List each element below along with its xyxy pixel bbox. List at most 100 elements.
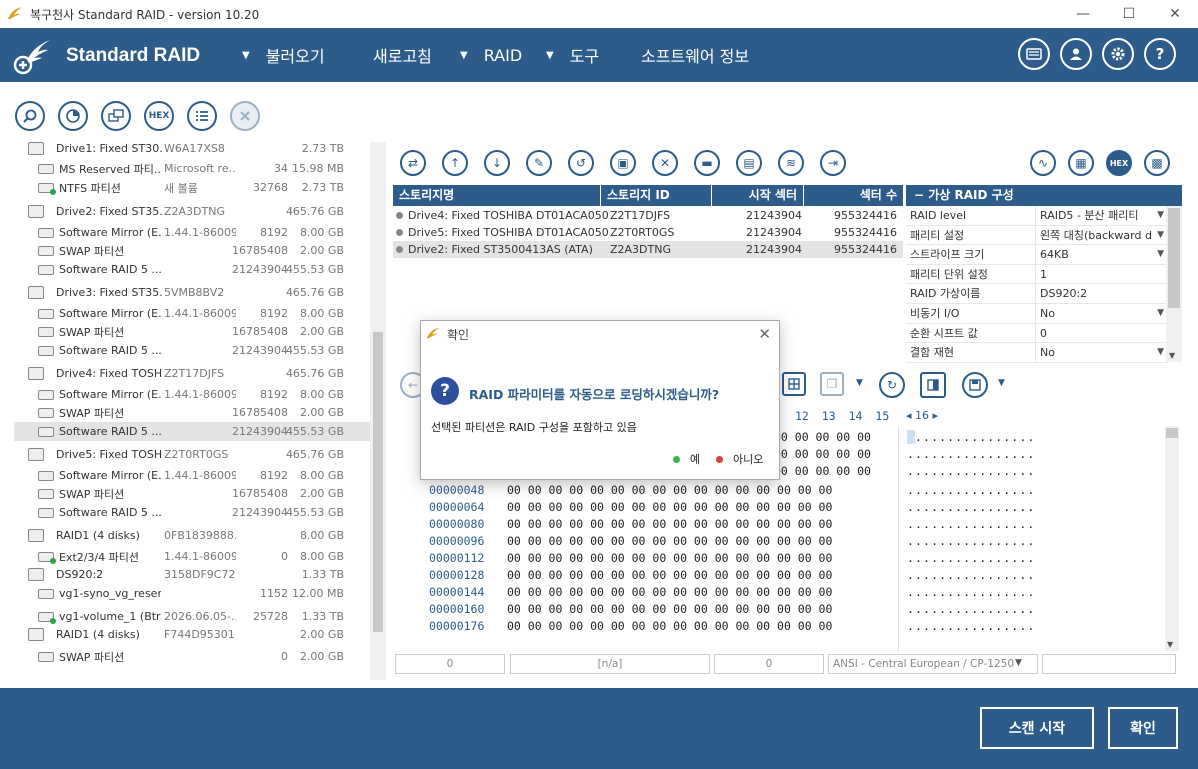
export-icon[interactable]: ⇥ [820, 150, 846, 176]
raid-property-row[interactable]: 스트라이프 크기 64KB ▼ [906, 245, 1168, 265]
user-icon[interactable] [1060, 38, 1092, 70]
hex-bytes[interactable]: 00 00 00 00 00 00 00 00 00 00 00 00 00 0… [507, 585, 832, 599]
hex-bytes[interactable]: 00 00 00 00 00 [774, 430, 871, 444]
open-folder-icon[interactable]: ▬ [694, 150, 720, 176]
move-up-icon[interactable]: ↑ [442, 150, 468, 176]
license-card-icon[interactable] [1018, 38, 1050, 70]
col-storage-name[interactable]: 스토리지명 [393, 185, 601, 206]
hex-bytes[interactable]: 00 00 00 00 00 00 00 00 00 00 00 00 00 0… [507, 602, 832, 616]
raid-property-row[interactable]: 패리티 단위 설정 1 [906, 264, 1168, 285]
hex-bytes[interactable]: 00 00 00 00 00 00 00 00 00 00 00 00 00 0… [507, 500, 832, 514]
tree-row[interactable]: Software RAID 5 ... 21243904 455.53 GB [14, 422, 370, 441]
hex-bytes[interactable]: 00 00 00 00 00 00 00 00 00 00 00 00 00 0… [507, 534, 832, 548]
hex-ascii[interactable]: ................ [907, 430, 1035, 444]
grid-icon[interactable]: ▩ [1144, 150, 1170, 176]
hex-bytes[interactable]: 00 00 00 00 00 00 00 00 00 00 00 00 00 0… [507, 619, 832, 633]
partition-chart-icon[interactable] [58, 101, 88, 131]
storage-row[interactable]: Drive2: Fixed ST3500413AS (ATA) Z2A3DTNG 2… [393, 241, 903, 258]
hex-ascii[interactable]: ................ [907, 483, 1035, 497]
hex-view-button[interactable]: HEX [144, 101, 174, 131]
raid-property-row[interactable]: RAID 가상이름 DS920:2 [906, 284, 1168, 304]
tree-row[interactable]: vg1-syno_vg_reser... 1152 12.00 MB [14, 584, 370, 603]
tree-row[interactable]: Drive1: Fixed ST30... W6A17XS8 2.73 TB [14, 142, 370, 158]
minimize-button[interactable]: — [1060, 0, 1106, 28]
chevron-down-icon[interactable]: ▼ [1157, 206, 1164, 225]
chevron-down-icon[interactable]: ▼ [1157, 226, 1164, 245]
hex-bytes[interactable]: 00 00 00 00 00 00 00 00 00 00 00 00 00 0… [507, 551, 832, 565]
menu-raid[interactable]: RAID [484, 46, 522, 65]
col-storage-id[interactable]: 스토리지 ID [601, 185, 712, 206]
copy-dropdown-icon[interactable]: ▼ [856, 378, 863, 388]
tree-scrollbar[interactable] [370, 142, 386, 680]
split-view-icon[interactable] [920, 372, 946, 398]
hex-bytes[interactable]: 00 00 00 00 00 00 00 00 00 00 00 00 00 0… [507, 517, 832, 531]
save-icon[interactable]: ▤ [736, 150, 762, 176]
raid-property-row[interactable]: 결함 재현 No ▼ [906, 343, 1168, 363]
virtual-raid-title[interactable]: − 가상 RAID 구성 [906, 185, 1182, 206]
raid-property-value[interactable]: No [1036, 304, 1168, 323]
tree-row[interactable]: vg1-volume_1 (Btr... 2026.06.05-... 25728 1… [14, 607, 370, 626]
close-window-button[interactable]: ✕ [1152, 0, 1198, 28]
hex-ascii[interactable]: ................ [907, 517, 1035, 531]
ok-button[interactable]: 확인 [1108, 707, 1178, 749]
hex-bytes[interactable]: 00 00 00 00 00 00 00 00 00 00 00 00 00 0… [507, 568, 832, 582]
tree-row[interactable]: RAID1 (4 disks) 0FB1839888... 8.00 GB [14, 526, 370, 545]
hex-ascii[interactable]: ................ [907, 447, 1035, 461]
tree-row[interactable]: DS920:2 3158DF9C72... 1.33 TB [14, 565, 370, 584]
chevron-down-icon[interactable]: ▼ [1157, 343, 1164, 362]
raid-property-value[interactable]: No [1036, 343, 1168, 362]
raid-property-value[interactable]: 1 [1036, 265, 1168, 284]
tree-row[interactable]: Software RAID 5 ... 21243904 455.53 GB [14, 503, 370, 522]
tree-row[interactable]: Drive4: Fixed TOSH... Z2T17DJFS 465.76 GB [14, 364, 370, 383]
tree-row[interactable]: SWAP 파티션 16785408 2.00 GB [14, 484, 370, 503]
raid-property-value[interactable]: RAID5 - 분산 패리티 [1036, 206, 1168, 225]
menu-software-info[interactable]: 소프트웨어 정보 [641, 43, 749, 67]
tree-row[interactable]: MS Reserved 파티... Microsoft re... 34 15.98 … [14, 159, 370, 178]
chevron-down-icon[interactable]: ▼ [1157, 245, 1164, 264]
col-sector-count[interactable]: 섹터 수 [804, 185, 903, 206]
tree-row[interactable]: SWAP 파티션 16785408 2.00 GB [14, 322, 370, 341]
raid-props-scrollbar[interactable]: ▼ [1166, 206, 1182, 362]
grid-view-icon[interactable] [782, 372, 806, 396]
raid-property-value[interactable]: 64KB [1036, 245, 1168, 264]
help-icon[interactable]: ? [1144, 38, 1176, 70]
hex-ascii[interactable]: ................ [907, 551, 1035, 565]
hex-ascii[interactable]: ................ [907, 568, 1035, 582]
tree-row[interactable]: NTFS 파티션 새 볼륨 32768 2.73 TB [14, 178, 370, 197]
tree-row[interactable]: Drive5: Fixed TOSH... Z2T0RT0GS 465.76 GB [14, 445, 370, 464]
move-down-icon[interactable]: ↓ [484, 150, 510, 176]
chevron-down-icon[interactable]: ▼ [1157, 304, 1164, 323]
hex-ascii[interactable]: ................ [907, 500, 1035, 514]
raid-property-row[interactable]: RAID level RAID5 - 분산 패리티 ▼ [906, 206, 1168, 226]
undo-icon[interactable]: ↺ [568, 150, 594, 176]
encoding-dropdown-icon[interactable]: ▼ [1015, 658, 1022, 668]
hex-ascii[interactable]: ................ [907, 585, 1035, 599]
stats-chart-icon[interactable]: ▦ [1068, 150, 1094, 176]
tree-row[interactable]: Ext2/3/4 파티션 1.44.1-86009 0 8.00 GB [14, 547, 370, 566]
tree-row[interactable]: Drive2: Fixed ST35... Z2A3DTNG 465.76 GB [14, 202, 370, 221]
tree-row[interactable]: SWAP 파티션 16785408 2.00 GB [14, 241, 370, 260]
menu-refresh[interactable]: 새로고침 [373, 43, 432, 67]
close-icon[interactable] [230, 101, 260, 131]
edit-icon[interactable]: ✎ [526, 150, 552, 176]
layers-icon[interactable]: ≋ [778, 150, 804, 176]
remove-icon[interactable]: ✕ [652, 150, 678, 176]
tree-row[interactable]: Software Mirror (E... 1.44.1-86009 8192 8.0… [14, 304, 370, 323]
hex-ascii[interactable]: ................ [907, 534, 1035, 548]
start-scan-button[interactable]: 스캔 시작 [980, 707, 1094, 749]
hex-ascii[interactable]: ................ [907, 602, 1035, 616]
scan-raid-icon[interactable]: ⇄ [400, 150, 426, 176]
hex-page-nav[interactable]: ◂ 16 ▸ [906, 409, 938, 422]
reload-icon[interactable]: ↻ [879, 372, 905, 398]
raid-property-row[interactable]: 순환 시프트 값0 [906, 323, 1168, 344]
gear-icon[interactable] [1102, 38, 1134, 70]
list-view-icon[interactable] [187, 101, 217, 131]
col-start-sector[interactable]: 시작 섹터 [712, 185, 804, 206]
save-dropdown-icon[interactable]: ▼ [998, 378, 1005, 388]
menu-load[interactable]: 불러오기 [266, 43, 325, 67]
search-drive-icon[interactable] [15, 101, 45, 131]
hex-bytes[interactable]: 00 00 00 00 00 00 00 00 00 00 00 00 00 0… [507, 483, 832, 497]
hex-ascii[interactable]: ................ [907, 619, 1035, 633]
menu-tools[interactable]: 도구 [570, 43, 599, 67]
tree-row[interactable]: Software Mirror (E... 1.44.1-86009 8192 8.0… [14, 223, 370, 242]
